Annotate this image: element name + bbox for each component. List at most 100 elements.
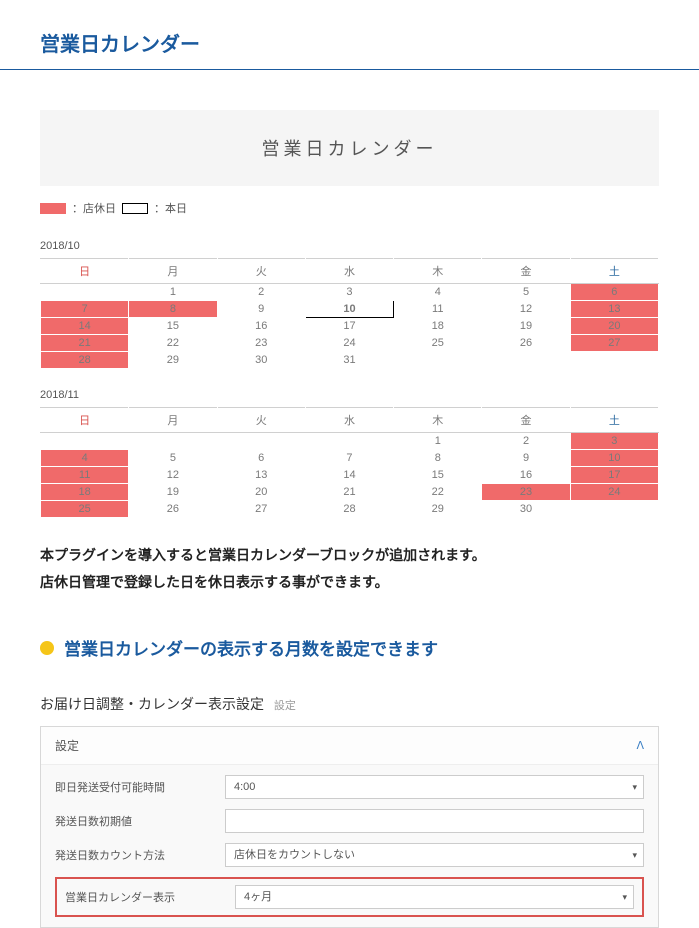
calendar-day: 3 [305, 284, 393, 301]
calendar-day: 28 [305, 501, 393, 518]
calendar-day: 1 [129, 284, 217, 301]
settings-header-label: 設定 [55, 737, 79, 754]
calendar-day [394, 352, 482, 369]
title-underline [0, 69, 699, 70]
calendar-day: 20 [570, 318, 658, 335]
weekday-header: 月 [129, 408, 217, 433]
description-line1: 本プラグインを導入すると営業日カレンダーブロックが追加されます。 [40, 542, 659, 569]
settings-title: お届け日調整・カレンダー表示設定 設定 [40, 694, 659, 714]
calendar-day: 18 [41, 484, 129, 501]
calendar-day: 29 [129, 352, 217, 369]
calendar-day: 11 [41, 467, 129, 484]
calendar-day: 15 [394, 467, 482, 484]
description-line2: 店休日管理で登録した日を休日表示する事ができます。 [40, 569, 659, 596]
calendar-day: 16 [482, 467, 570, 484]
calendar-day: 6 [217, 450, 305, 467]
section-heading-text: 営業日カレンダーの表示する月数を設定できます [64, 635, 438, 660]
weekday-header: 月 [129, 259, 217, 284]
weekday-header: 木 [394, 408, 482, 433]
section-heading: 営業日カレンダーの表示する月数を設定できます [40, 635, 659, 660]
calendar-day: 14 [305, 467, 393, 484]
calendar-day [570, 352, 658, 369]
settings-row-label: 発送日数カウント方法 [55, 847, 225, 863]
weekday-header: 火 [217, 259, 305, 284]
legend-holiday-label: ：店休日 [72, 200, 116, 216]
calendar-day: 5 [129, 450, 217, 467]
calendar-day: 19 [129, 484, 217, 501]
calendar-day: 19 [482, 318, 570, 335]
calendar-day: 15 [129, 318, 217, 335]
calendar-day: 21 [41, 335, 129, 352]
calendar-month-label: 2018/10 [40, 240, 659, 252]
description: 本プラグインを導入すると営業日カレンダーブロックが追加されます。 店休日管理で登… [40, 542, 659, 595]
calendar-day: 23 [482, 484, 570, 501]
calendar-day [217, 433, 305, 450]
settings-title-main: お届け日調整・カレンダー表示設定 [40, 696, 264, 712]
calendar-day: 24 [570, 484, 658, 501]
calendar-day: 22 [394, 484, 482, 501]
weekday-header: 土 [570, 259, 658, 284]
calendar-day: 8 [394, 450, 482, 467]
calendar-day: 9 [217, 301, 305, 318]
settings-panel-header[interactable]: 設定 ᐱ [41, 727, 658, 765]
calendar-day: 4 [394, 284, 482, 301]
calendar-day: 17 [305, 318, 393, 335]
weekday-header: 日 [41, 408, 129, 433]
settings-row-label: 発送日数初期値 [55, 813, 225, 829]
calendar-day: 16 [217, 318, 305, 335]
calendar-day: 10 [305, 301, 393, 318]
weekday-header: 金 [482, 408, 570, 433]
calendar-month-label: 2018/11 [40, 389, 659, 401]
weekday-header: 土 [570, 408, 658, 433]
calendar-day [482, 352, 570, 369]
calendar-day: 25 [394, 335, 482, 352]
calendar-day: 13 [570, 301, 658, 318]
calendar-day: 12 [129, 467, 217, 484]
calendar-day: 3 [570, 433, 658, 450]
calendar-day: 30 [482, 501, 570, 518]
calendar-day: 31 [305, 352, 393, 369]
calendar-day [41, 433, 129, 450]
weekday-header: 木 [394, 259, 482, 284]
settings-row-label: 即日発送受付可能時間 [55, 779, 225, 795]
calendar-day: 6 [570, 284, 658, 301]
page-title: 営業日カレンダー [0, 0, 699, 69]
today-swatch [122, 203, 148, 214]
calendar-day: 1 [394, 433, 482, 450]
calendar-day: 10 [570, 450, 658, 467]
legend-today-label: ：本日 [154, 200, 187, 216]
calendar-table: 日月火水木金土123456789101112131415161718192021… [40, 407, 659, 518]
settings-select[interactable]: 店休日をカウントしない [225, 843, 644, 867]
calendar-day: 28 [41, 352, 129, 369]
block-title-box: 営業日カレンダー [40, 110, 659, 186]
settings-row: 発送日数初期値 [55, 809, 644, 833]
calendar-day: 21 [305, 484, 393, 501]
calendar-day: 7 [41, 301, 129, 318]
calendar-day: 12 [482, 301, 570, 318]
calendar-day: 25 [41, 501, 129, 518]
calendar-day: 11 [394, 301, 482, 318]
settings-row: 即日発送受付可能時間4:00 [55, 775, 644, 799]
calendar-day: 8 [129, 301, 217, 318]
calendar-table: 日月火水木金土123456789101112131415161718192021… [40, 258, 659, 369]
calendar-day: 29 [394, 501, 482, 518]
settings-select[interactable]: 4:00 [225, 775, 644, 799]
weekday-header: 火 [217, 408, 305, 433]
calendar-day: 30 [217, 352, 305, 369]
calendar-day: 4 [41, 450, 129, 467]
calendar-day: 26 [482, 335, 570, 352]
calendar-day: 20 [217, 484, 305, 501]
calendar-day: 9 [482, 450, 570, 467]
calendar-day: 22 [129, 335, 217, 352]
calendar-day: 27 [217, 501, 305, 518]
caret-up-icon: ᐱ [636, 739, 644, 752]
calendar-day [305, 433, 393, 450]
settings-row-label: 営業日カレンダー表示 [65, 889, 235, 905]
calendar-day [570, 501, 658, 518]
settings-select[interactable]: 4ヶ月 [235, 885, 634, 909]
calendar-day: 26 [129, 501, 217, 518]
calendar-day: 27 [570, 335, 658, 352]
calendar-day: 7 [305, 450, 393, 467]
holiday-swatch [40, 203, 66, 214]
settings-text-input[interactable] [225, 809, 644, 833]
